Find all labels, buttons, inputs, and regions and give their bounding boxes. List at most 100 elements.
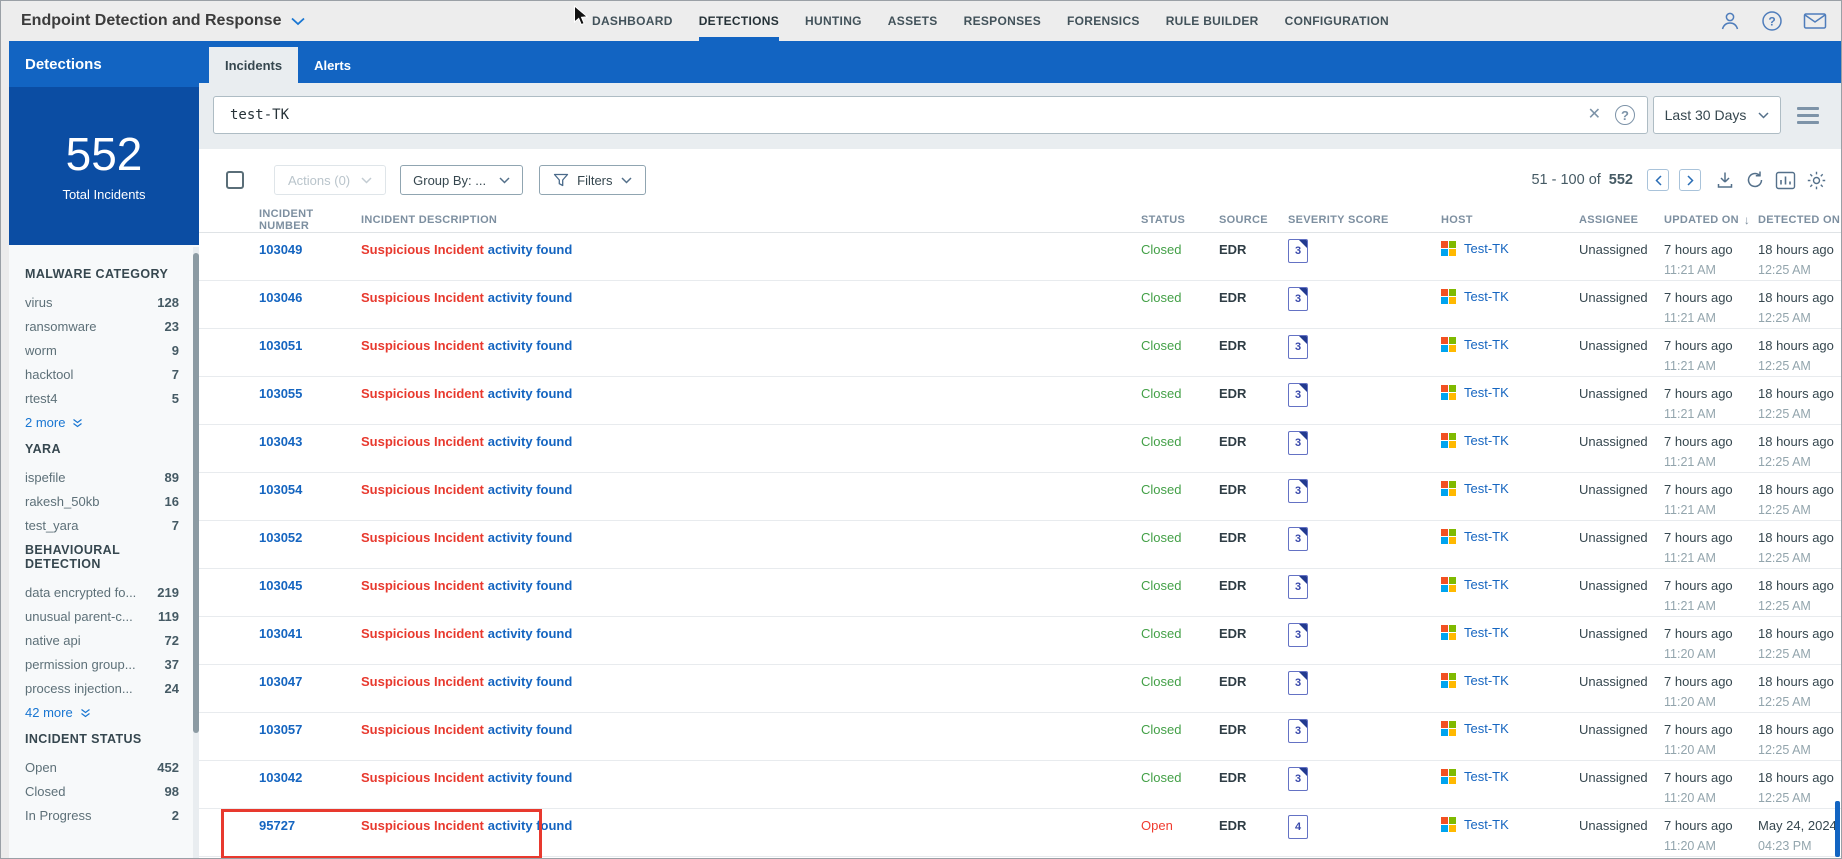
sort-descending-icon[interactable]: ↓ bbox=[1744, 213, 1750, 227]
incident-description-cell[interactable]: Suspicious Incident activity found bbox=[361, 386, 1141, 401]
incident-description-cell[interactable]: Suspicious Incident activity found bbox=[361, 722, 1141, 737]
col-updated-on[interactable]: UPDATED ON ↓ bbox=[1664, 213, 1758, 227]
nav-item[interactable]: DASHBOARD bbox=[592, 1, 673, 41]
col-incident-description[interactable]: INCIDENT DESCRIPTION bbox=[361, 214, 1141, 226]
app-title-menu[interactable]: Endpoint Detection and Response bbox=[21, 12, 306, 30]
host-link[interactable]: Test-TK bbox=[1464, 433, 1509, 448]
filter-item[interactable]: Closed 98 bbox=[25, 784, 179, 799]
help-icon[interactable]: ? bbox=[1761, 10, 1783, 32]
col-status[interactable]: STATUS bbox=[1141, 214, 1219, 226]
actions-button[interactable]: Actions (0) bbox=[274, 165, 387, 195]
filter-item[interactable]: unusual parent-c... 119 bbox=[25, 609, 179, 624]
tab[interactable]: Incidents bbox=[209, 47, 299, 83]
table-row[interactable]: 103041 Suspicious Incident activity found… bbox=[199, 617, 1841, 665]
filter-item[interactable]: test_yara 7 bbox=[25, 518, 179, 533]
incident-description-cell[interactable]: Suspicious Incident activity found bbox=[361, 818, 1141, 833]
search-help-icon[interactable]: ? bbox=[1615, 105, 1635, 125]
col-incident-number[interactable]: INCIDENT NUMBER bbox=[259, 208, 361, 232]
filter-item[interactable]: virus 128 bbox=[25, 295, 179, 310]
col-assignee[interactable]: ASSIGNEE bbox=[1579, 214, 1664, 226]
show-more-link[interactable]: 42 more bbox=[25, 705, 179, 720]
incident-number-link[interactable]: 103042 bbox=[259, 770, 302, 785]
incident-description-cell[interactable]: Suspicious Incident activity found bbox=[361, 626, 1141, 641]
col-severity-score[interactable]: SEVERITY SCORE bbox=[1288, 214, 1441, 226]
host-link[interactable]: Test-TK bbox=[1464, 289, 1509, 304]
host-link[interactable]: Test-TK bbox=[1464, 721, 1509, 736]
filter-item[interactable]: ransomware 23 bbox=[25, 319, 179, 334]
nav-item[interactable]: FORENSICS bbox=[1067, 1, 1140, 41]
table-row[interactable]: 103043 Suspicious Incident activity found… bbox=[199, 425, 1841, 473]
incident-number-link[interactable]: 103043 bbox=[259, 434, 302, 449]
select-all-checkbox[interactable] bbox=[226, 171, 244, 189]
next-page-button[interactable] bbox=[1679, 169, 1701, 191]
incident-number-link[interactable]: 103057 bbox=[259, 722, 302, 737]
filter-item[interactable]: ispefile 89 bbox=[25, 470, 179, 485]
refresh-icon[interactable] bbox=[1745, 170, 1765, 190]
main-scrollbar-thumb[interactable] bbox=[1835, 801, 1840, 857]
user-icon[interactable] bbox=[1719, 10, 1741, 32]
host-link[interactable]: Test-TK bbox=[1464, 625, 1509, 640]
table-row[interactable]: 103052 Suspicious Incident activity found… bbox=[199, 521, 1841, 569]
incident-description-cell[interactable]: Suspicious Incident activity found bbox=[361, 290, 1141, 305]
chart-view-icon[interactable] bbox=[1775, 171, 1796, 190]
host-link[interactable]: Test-TK bbox=[1464, 529, 1509, 544]
incident-description-cell[interactable]: Suspicious Incident activity found bbox=[361, 434, 1141, 449]
gear-icon[interactable] bbox=[1806, 170, 1827, 191]
incident-number-link[interactable]: 103054 bbox=[259, 482, 302, 497]
incident-description-cell[interactable]: Suspicious Incident activity found bbox=[361, 674, 1141, 689]
incident-number-link[interactable]: 95727 bbox=[259, 818, 295, 833]
incident-number-link[interactable]: 103047 bbox=[259, 674, 302, 689]
host-link[interactable]: Test-TK bbox=[1464, 673, 1509, 688]
host-link[interactable]: Test-TK bbox=[1464, 385, 1509, 400]
col-host[interactable]: HOST bbox=[1441, 214, 1579, 226]
host-link[interactable]: Test-TK bbox=[1464, 337, 1509, 352]
menu-icon[interactable] bbox=[1797, 106, 1819, 124]
host-link[interactable]: Test-TK bbox=[1464, 817, 1509, 832]
incident-description-cell[interactable]: Suspicious Incident activity found bbox=[361, 338, 1141, 353]
incident-description-cell[interactable]: Suspicious Incident activity found bbox=[361, 482, 1141, 497]
filter-item[interactable]: permission group... 37 bbox=[25, 657, 179, 672]
filter-item[interactable]: rtest4 5 bbox=[25, 391, 179, 406]
filter-item[interactable]: hacktool 7 bbox=[25, 367, 179, 382]
filters-button[interactable]: Filters bbox=[539, 165, 646, 195]
incident-description-cell[interactable]: Suspicious Incident activity found bbox=[361, 530, 1141, 545]
table-row[interactable]: 103042 Suspicious Incident activity found… bbox=[199, 761, 1841, 809]
filter-item[interactable]: process injection... 24 bbox=[25, 681, 179, 696]
time-range-dropdown[interactable]: Last 30 Days bbox=[1653, 96, 1781, 134]
incident-number-link[interactable]: 103051 bbox=[259, 338, 302, 353]
filter-item[interactable]: data encrypted fo... 219 bbox=[25, 585, 179, 600]
clear-search-icon[interactable]: ✕ bbox=[1588, 107, 1601, 123]
col-detected-on[interactable]: DETECTED ON bbox=[1758, 214, 1841, 226]
download-icon[interactable] bbox=[1715, 170, 1735, 190]
table-row[interactable]: 103047 Suspicious Incident activity found… bbox=[199, 665, 1841, 713]
nav-item[interactable]: RESPONSES bbox=[964, 1, 1041, 41]
nav-item[interactable]: HUNTING bbox=[805, 1, 862, 41]
incident-number-link[interactable]: 103041 bbox=[259, 626, 302, 641]
tab[interactable]: Alerts bbox=[298, 47, 367, 83]
prev-page-button[interactable] bbox=[1647, 169, 1669, 191]
filter-item[interactable]: native api 72 bbox=[25, 633, 179, 648]
show-more-link[interactable]: 2 more bbox=[25, 415, 179, 430]
incident-number-link[interactable]: 103049 bbox=[259, 242, 302, 257]
nav-item[interactable]: RULE BUILDER bbox=[1166, 1, 1259, 41]
table-row[interactable]: 103057 Suspicious Incident activity found… bbox=[199, 713, 1841, 761]
host-link[interactable]: Test-TK bbox=[1464, 481, 1509, 496]
filter-item[interactable]: In Progress 2 bbox=[25, 808, 179, 823]
host-link[interactable]: Test-TK bbox=[1464, 241, 1509, 256]
table-row[interactable]: 95727 Suspicious Incident activity found … bbox=[199, 809, 1841, 858]
col-source[interactable]: SOURCE bbox=[1219, 214, 1288, 226]
incident-number-link[interactable]: 103055 bbox=[259, 386, 302, 401]
incident-number-link[interactable]: 103052 bbox=[259, 530, 302, 545]
table-row[interactable]: 103046 Suspicious Incident activity found… bbox=[199, 281, 1841, 329]
incident-description-cell[interactable]: Suspicious Incident activity found bbox=[361, 242, 1141, 257]
nav-item[interactable]: ASSETS bbox=[888, 1, 938, 41]
table-row[interactable]: 103054 Suspicious Incident activity found… bbox=[199, 473, 1841, 521]
filter-item[interactable]: rakesh_50kb 16 bbox=[25, 494, 179, 509]
host-link[interactable]: Test-TK bbox=[1464, 769, 1509, 784]
nav-item[interactable]: CONFIGURATION bbox=[1285, 1, 1389, 41]
mail-icon[interactable] bbox=[1803, 11, 1827, 31]
incident-description-cell[interactable]: Suspicious Incident activity found bbox=[361, 578, 1141, 593]
table-row[interactable]: 103045 Suspicious Incident activity found… bbox=[199, 569, 1841, 617]
table-row[interactable]: 103049 Suspicious Incident activity found… bbox=[199, 233, 1841, 281]
incident-number-link[interactable]: 103046 bbox=[259, 290, 302, 305]
